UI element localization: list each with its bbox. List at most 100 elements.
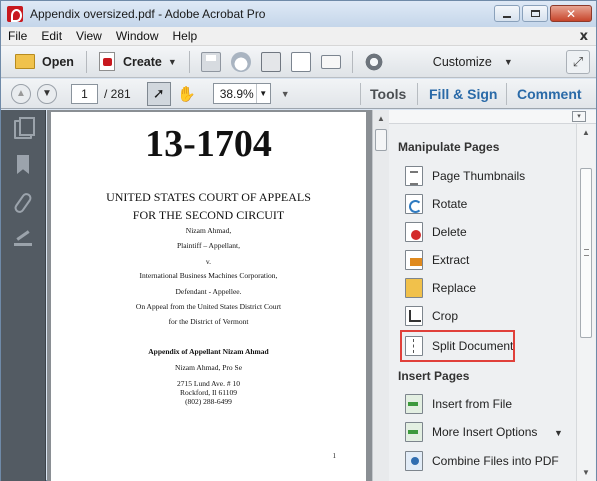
tool-label: Extract: [432, 253, 470, 267]
tab-fill-sign[interactable]: Fill & Sign: [429, 86, 497, 102]
more-insert-options-tool[interactable]: More Insert Options: [405, 420, 537, 444]
combine-files-tool[interactable]: Combine Files into PDF: [405, 449, 559, 473]
acrobat-window: Appendix oversized.pdf - Adobe Acrobat P…: [0, 0, 597, 481]
menu-bar: File Edit View Window Help x: [1, 27, 596, 46]
versus: v.: [205, 257, 212, 266]
appendix-title: Appendix of Appellant Nizam Ahmad: [148, 347, 269, 356]
tab-comment[interactable]: Comment: [517, 86, 582, 102]
tool-label: Crop: [432, 309, 459, 323]
sign-edit-icon[interactable]: [290, 51, 311, 72]
minimize-button[interactable]: [494, 5, 520, 22]
more-tools-icon[interactable]: ▼: [281, 89, 290, 99]
tool-label: Delete: [432, 225, 467, 239]
chevron-down-icon[interactable]: ▼: [255, 84, 270, 103]
court-line-2: FOR THE SECOND CIRCUIT: [132, 208, 285, 222]
tools-pane-scrollbar[interactable]: ▲ ▼: [576, 124, 595, 481]
party-2-role: Defendant - Appellee.: [175, 287, 242, 296]
delete-tool[interactable]: Delete: [405, 220, 467, 244]
toolbar-separator: [188, 50, 190, 73]
scrollbar-thumb[interactable]: [375, 129, 387, 151]
attachment-icon[interactable]: [12, 191, 34, 215]
gear-icon[interactable]: [363, 51, 384, 72]
menu-edit[interactable]: Edit: [34, 29, 69, 43]
menu-view[interactable]: View: [69, 29, 109, 43]
folder-icon: [15, 54, 35, 69]
navigation-pane: [1, 110, 46, 481]
scrollbar-thumb[interactable]: [580, 168, 592, 338]
page-thumbnails-icon[interactable]: [14, 117, 35, 139]
scroll-down-icon[interactable]: ▼: [578, 464, 594, 480]
print-icon[interactable]: [260, 51, 281, 72]
menu-help[interactable]: Help: [166, 29, 205, 43]
window-controls: ✕: [494, 5, 592, 22]
extract-tool[interactable]: Extract: [405, 248, 469, 272]
crop-tool[interactable]: Crop: [405, 304, 458, 328]
party-1-role: Plaintiff – Appellant,: [177, 241, 240, 250]
replace-icon: [405, 278, 423, 298]
close-icon: ✕: [565, 6, 577, 21]
address-1: 2715 Lund Ave. # 10: [177, 379, 240, 388]
next-page-button[interactable]: ▼: [37, 83, 57, 104]
page-total: / 281: [104, 86, 131, 101]
insert-from-file-tool[interactable]: Insert from File: [405, 392, 512, 416]
toolbar-separator: [351, 50, 353, 73]
menu-window[interactable]: Window: [109, 29, 166, 43]
tool-label: Rotate: [432, 197, 468, 211]
customize-button[interactable]: Customize ▼: [427, 49, 519, 75]
create-pdf-icon: [98, 52, 115, 71]
document-view[interactable]: 13-1704 UNITED STATES COURT OF APPEALS F…: [47, 110, 372, 481]
rotate-tool[interactable]: Rotate: [405, 192, 467, 216]
document-scrollbar[interactable]: ▲: [372, 110, 389, 481]
tool-label: More Insert Options: [432, 425, 538, 439]
close-window-button[interactable]: ✕: [550, 5, 592, 22]
arrow-up-icon: ▲: [16, 88, 26, 99]
insert-file-icon: [405, 394, 423, 414]
scroll-up-icon[interactable]: ▲: [373, 110, 389, 126]
pane-divider: [506, 83, 507, 105]
pane-options-icon[interactable]: ▾: [572, 111, 586, 122]
minimize-icon: [503, 15, 511, 18]
close-document-icon[interactable]: x: [580, 29, 588, 44]
window-title: Appendix oversized.pdf - Adobe Acrobat P…: [30, 7, 266, 21]
replace-tool[interactable]: Replace: [405, 276, 476, 300]
cloud-upload-icon[interactable]: [230, 51, 251, 72]
bookmark-icon[interactable]: [17, 155, 29, 174]
appeal-line-1: On Appeal from the United States Distric…: [135, 302, 282, 311]
chevron-down-icon[interactable]: ▼: [554, 428, 563, 438]
select-tool-button[interactable]: ➚: [146, 81, 171, 106]
chevron-down-icon: ▼: [503, 56, 513, 67]
expand-view-button[interactable]: ⤢: [566, 50, 590, 74]
author: Nizam Ahmad, Pro Se: [174, 363, 243, 372]
save-icon[interactable]: [200, 51, 221, 72]
open-button[interactable]: Open: [9, 49, 80, 75]
tool-label: Page Thumbnails: [432, 169, 526, 183]
delete-icon: [405, 222, 423, 242]
court-line-1: UNITED STATES COURT OF APPEALS: [106, 190, 311, 204]
page-thumbnails-tool[interactable]: Page Thumbnails: [405, 164, 525, 188]
signature-icon[interactable]: [14, 234, 32, 246]
tool-label: Insert from File: [432, 397, 513, 411]
party-1: Nizam Ahmad,: [185, 226, 232, 235]
cursor-icon: ➚: [152, 85, 165, 101]
tab-tools[interactable]: Tools: [370, 86, 406, 102]
maximize-icon: [530, 10, 540, 17]
manipulate-pages-heading[interactable]: Manipulate Pages: [398, 140, 499, 154]
party-2: International Business Machines Corporat…: [139, 271, 278, 280]
navigation-toolbar: ▲ ▼ 1 / 281 ➚ ✋ 38.9% ▼ ▼ Tools Fill & S…: [1, 79, 596, 109]
hand-tool-button[interactable]: ✋: [175, 82, 199, 106]
create-label: Create: [122, 54, 162, 69]
customize-label: Customize: [432, 54, 492, 69]
previous-page-button[interactable]: ▲: [11, 83, 31, 104]
email-icon[interactable]: [320, 54, 341, 69]
tools-pane: ▾ Manipulate Pages Page Thumbnails Rotat…: [389, 110, 596, 481]
menu-file[interactable]: File: [1, 29, 34, 43]
page-number-input[interactable]: 1: [71, 83, 98, 104]
hand-icon: ✋: [177, 85, 197, 103]
zoom-select[interactable]: 38.9% ▼: [212, 83, 271, 104]
insert-pages-heading[interactable]: Insert Pages: [398, 369, 469, 383]
scroll-up-icon[interactable]: ▲: [578, 124, 594, 140]
address-2: Rockford, Il 61109: [179, 388, 237, 397]
pdf-page: 13-1704 UNITED STATES COURT OF APPEALS F…: [51, 112, 366, 481]
maximize-button[interactable]: [522, 5, 548, 22]
create-button[interactable]: Create ▼: [93, 49, 183, 75]
